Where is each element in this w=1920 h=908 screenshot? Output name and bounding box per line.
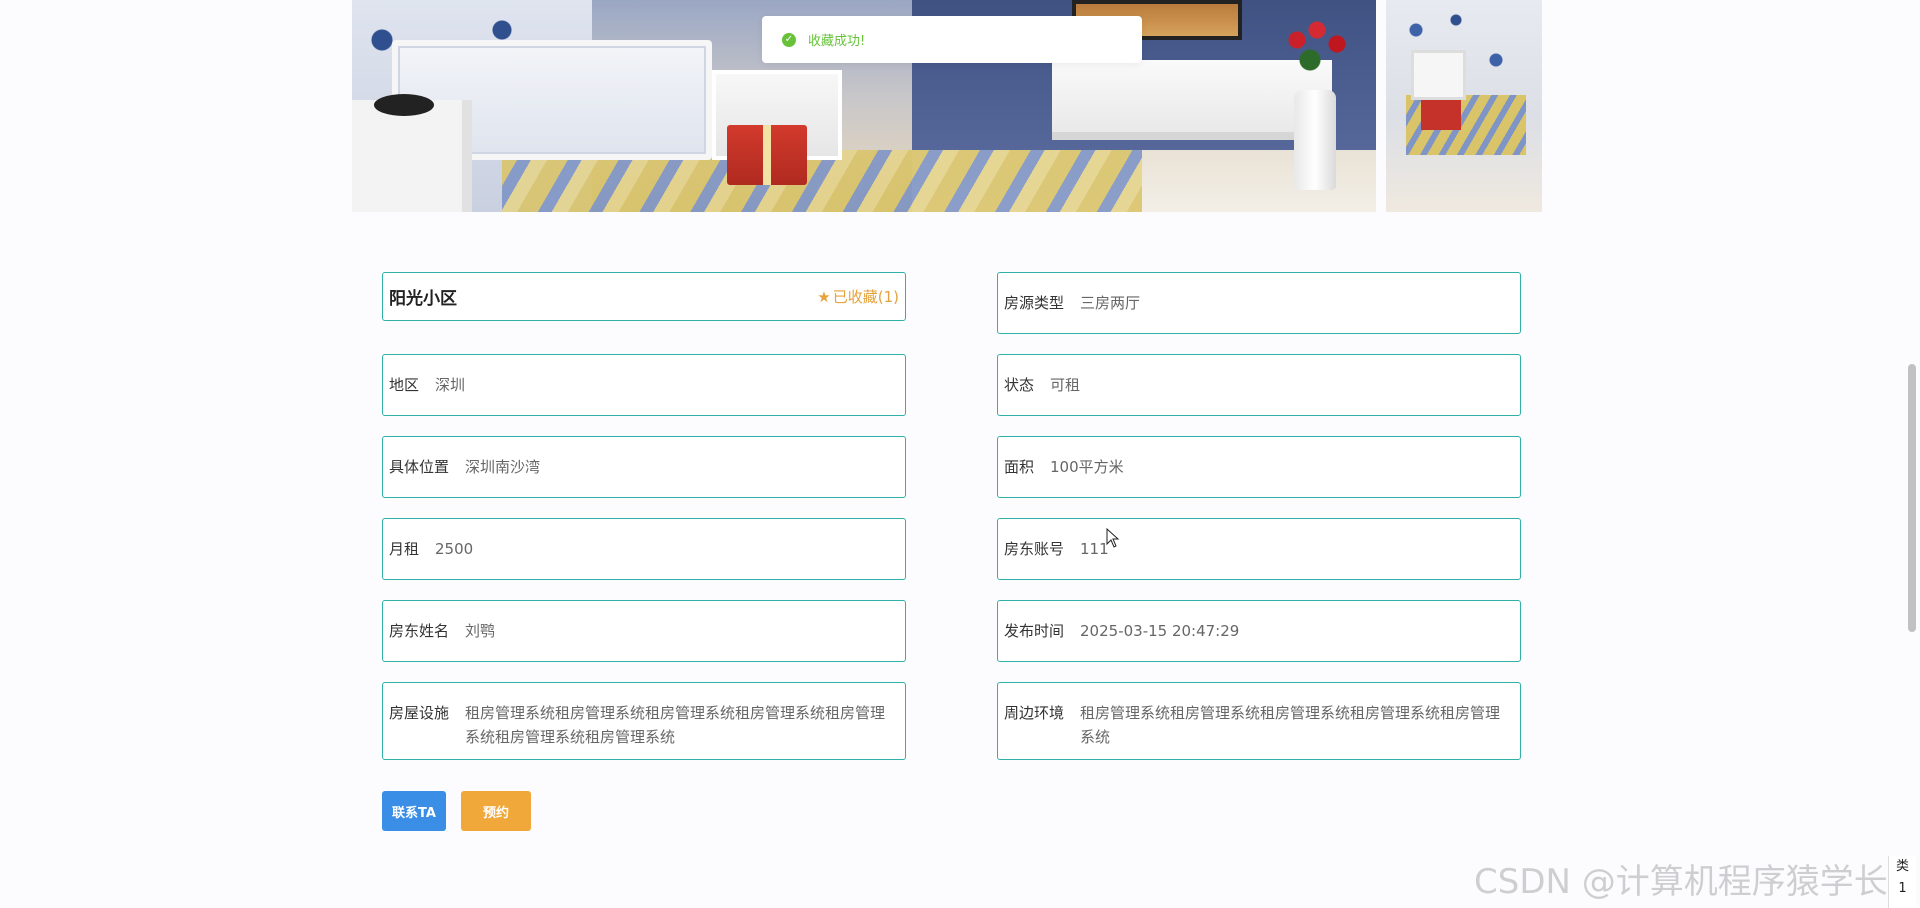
field-area: 面积 100平方米 bbox=[997, 436, 1521, 498]
house-title-box: 阳光小区 ★ 已收藏(1) bbox=[382, 272, 906, 321]
field-value: 深圳 bbox=[435, 376, 466, 394]
field-label: 房源类型 bbox=[1004, 294, 1065, 312]
corner-widget-line1: 类 bbox=[1895, 859, 1909, 874]
field-label: 房东姓名 bbox=[389, 622, 450, 640]
gift-decoration bbox=[1421, 100, 1461, 130]
field-label: 房屋设施 bbox=[389, 704, 450, 722]
field-status: 状态 可租 bbox=[997, 354, 1521, 416]
field-label: 状态 bbox=[1004, 376, 1035, 394]
field-value: 刘鹗 bbox=[465, 622, 496, 640]
banner-next-image[interactable] bbox=[1386, 0, 1542, 212]
success-toast: ✓ 收藏成功! bbox=[762, 16, 1142, 63]
field-value: 100平方米 bbox=[1050, 458, 1124, 476]
field-value: 2500 bbox=[435, 540, 474, 558]
field-surroundings: 周边环境 租房管理系统租房管理系统租房管理系统租房管理系统租房管理系统 bbox=[997, 682, 1521, 760]
flowers-decoration bbox=[1282, 20, 1352, 90]
field-rent: 月租 2500 bbox=[382, 518, 906, 580]
success-check-icon: ✓ bbox=[782, 32, 796, 47]
field-value: 2025-03-15 20:47:29 bbox=[1080, 622, 1240, 640]
book-button[interactable]: 预约 bbox=[461, 791, 531, 831]
favorite-button[interactable]: ★ 已收藏(1) bbox=[817, 286, 899, 307]
csdn-watermark: CSDN @计算机程序猿学长 bbox=[1474, 862, 1888, 902]
favorite-label: 已收藏(1) bbox=[832, 288, 899, 306]
field-label: 面积 bbox=[1004, 458, 1035, 476]
field-house-type: 房源类型 三房两厅 bbox=[997, 272, 1521, 334]
field-label: 具体位置 bbox=[389, 458, 450, 476]
field-address: 具体位置 深圳南沙湾 bbox=[382, 436, 906, 498]
page-scrollbar[interactable] bbox=[1904, 0, 1920, 908]
corner-widget[interactable]: 类 1 bbox=[1888, 856, 1916, 908]
star-icon: ★ bbox=[817, 287, 831, 306]
field-label: 发布时间 bbox=[1004, 622, 1065, 640]
field-value: 租房管理系统租房管理系统租房管理系统租房管理系统租房管理系统租房管理系统租房管理… bbox=[465, 704, 886, 746]
field-value: 租房管理系统租房管理系统租房管理系统租房管理系统租房管理系统 bbox=[1080, 704, 1501, 746]
field-region: 地区 深圳 bbox=[382, 354, 906, 416]
field-label: 地区 bbox=[389, 376, 420, 394]
field-value: 三房两厅 bbox=[1080, 294, 1141, 312]
contact-button[interactable]: 联系TA bbox=[382, 791, 446, 831]
field-landlord-account: 房东账号 111 bbox=[997, 518, 1521, 580]
toast-message: 收藏成功! bbox=[808, 34, 866, 49]
chair-decoration bbox=[1411, 50, 1466, 100]
field-label: 房东账号 bbox=[1004, 540, 1065, 558]
mouse-cursor-icon bbox=[1106, 528, 1120, 548]
field-landlord-name: 房东姓名 刘鹗 bbox=[382, 600, 906, 662]
field-label: 月租 bbox=[389, 540, 420, 558]
field-value: 深圳南沙湾 bbox=[465, 458, 541, 476]
field-label: 周边环境 bbox=[1004, 704, 1065, 722]
gift-boxes-decoration bbox=[727, 125, 807, 185]
vase-decoration bbox=[1294, 90, 1336, 190]
field-value: 可租 bbox=[1050, 376, 1081, 394]
field-value: 111 bbox=[1080, 540, 1109, 558]
scrollbar-thumb[interactable] bbox=[1908, 364, 1916, 632]
side-table-decoration bbox=[352, 100, 472, 212]
field-facilities: 房屋设施 租房管理系统租房管理系统租房管理系统租房管理系统租房管理系统租房管理系… bbox=[382, 682, 906, 760]
field-publish-time: 发布时间 2025-03-15 20:47:29 bbox=[997, 600, 1521, 662]
house-title: 阳光小区 bbox=[389, 289, 457, 309]
lamp-decoration bbox=[374, 94, 434, 116]
corner-widget-line2: 1 bbox=[1898, 881, 1907, 896]
